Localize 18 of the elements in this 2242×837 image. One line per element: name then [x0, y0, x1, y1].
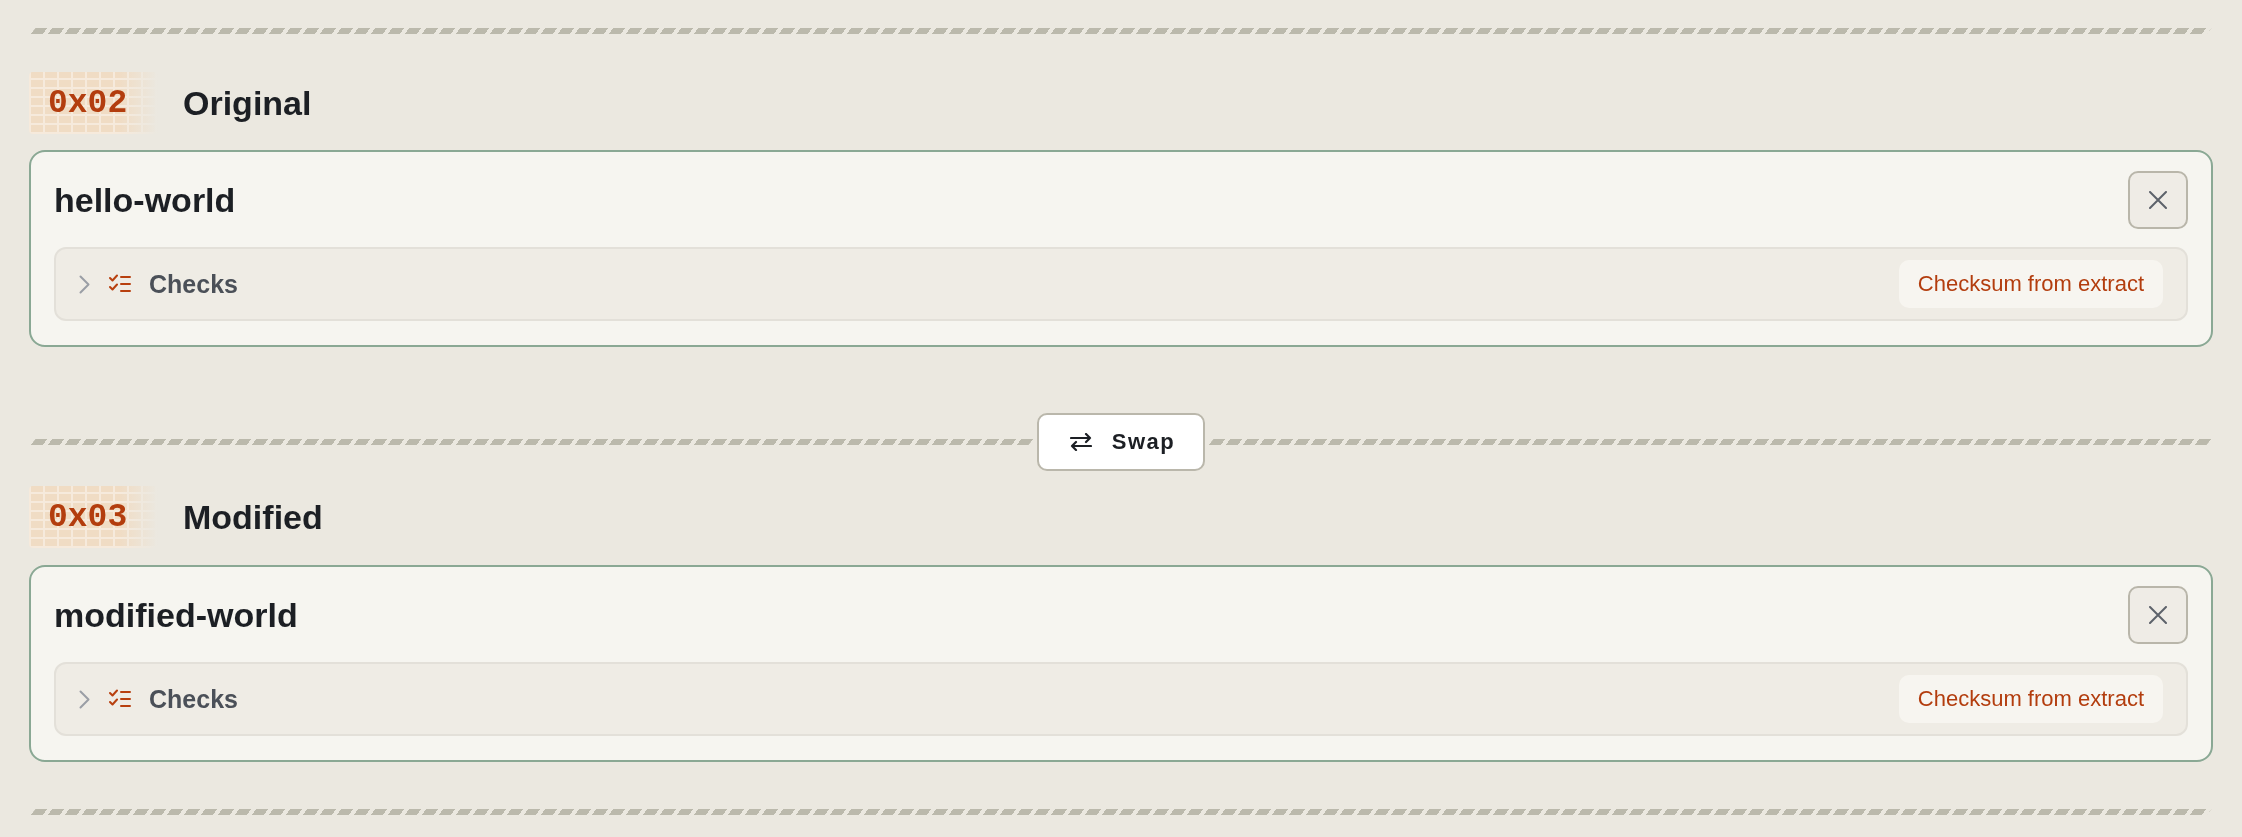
checklist-icon — [109, 689, 131, 709]
checksum-source-badge: Checksum from extract — [1898, 260, 2163, 308]
file-name: modified-world — [54, 595, 298, 635]
file-name: hello-world — [54, 180, 236, 220]
checksum-source-badge: Checksum from extract — [1898, 675, 2163, 723]
close-icon — [2149, 191, 2167, 209]
swap-button[interactable]: Swap — [1036, 413, 1206, 471]
close-button[interactable] — [2128, 171, 2188, 229]
close-button[interactable] — [2128, 586, 2188, 644]
section-title: Original — [183, 83, 312, 123]
checks-label: Checks — [149, 269, 238, 299]
close-icon — [2149, 606, 2167, 624]
checks-label: Checks — [149, 684, 238, 714]
checks-row[interactable]: Checks Checksum from extract — [54, 247, 2188, 321]
checklist-icon — [109, 274, 131, 294]
section-title: Modified — [183, 497, 323, 537]
swap-arrows-icon — [1069, 433, 1092, 451]
checks-row[interactable]: Checks Checksum from extract — [54, 662, 2188, 736]
